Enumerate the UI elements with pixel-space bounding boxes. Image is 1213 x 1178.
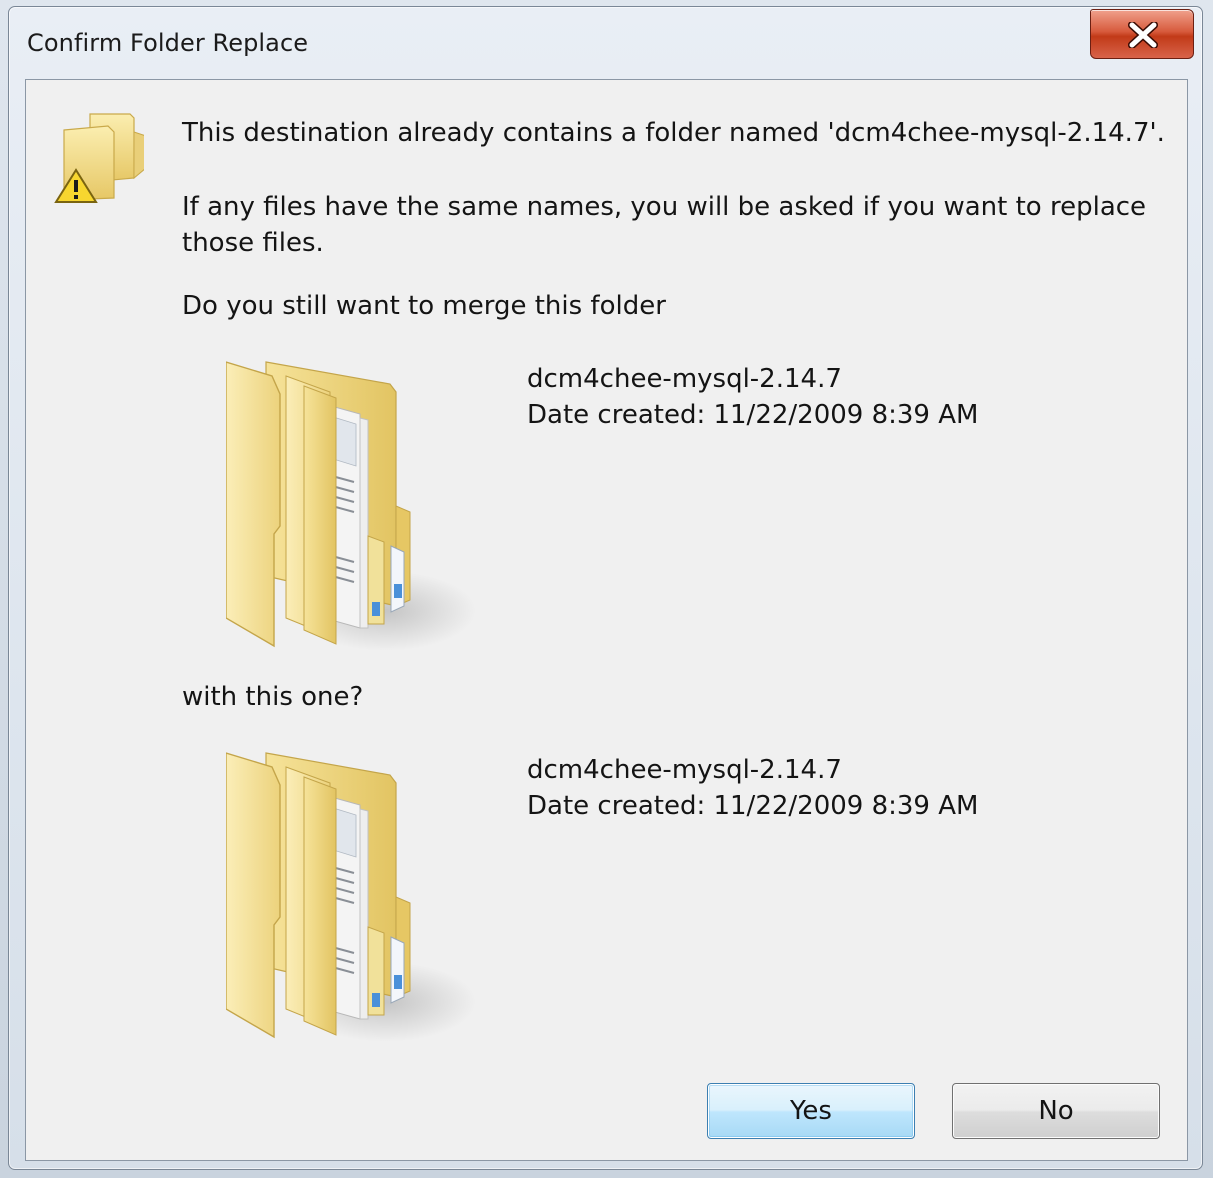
folder-warning-icon (54, 113, 144, 203)
existing-folder-date: Date created: 11/22/2009 8:39 AM (527, 400, 979, 430)
confirm-folder-replace-window: Confirm Folder Replace This destination … (8, 6, 1203, 1170)
new-folder-icon (226, 752, 476, 1042)
new-folder-name: dcm4chee-mysql-2.14.7 (527, 755, 842, 785)
message-line-2-continued: those files. (182, 228, 324, 258)
title-bar[interactable]: Confirm Folder Replace (9, 7, 1202, 79)
yes-button[interactable]: Yes (707, 1083, 915, 1139)
existing-folder-icon (226, 361, 476, 651)
new-folder-date: Date created: 11/22/2009 8:39 AM (527, 791, 979, 821)
dialog-body: This destination already contains a fold… (25, 79, 1188, 1161)
existing-folder-name: dcm4chee-mysql-2.14.7 (527, 364, 842, 394)
merge-question: Do you still want to merge this folder (182, 291, 666, 321)
close-button[interactable] (1090, 9, 1194, 59)
window-title: Confirm Folder Replace (27, 29, 309, 57)
message-line-1: This destination already contains a fold… (182, 118, 1165, 148)
close-icon (1128, 22, 1158, 48)
no-button[interactable]: No (952, 1083, 1160, 1139)
with-this-one-label: with this one? (182, 682, 364, 712)
message-line-2: If any files have the same names, you wi… (182, 192, 1147, 222)
